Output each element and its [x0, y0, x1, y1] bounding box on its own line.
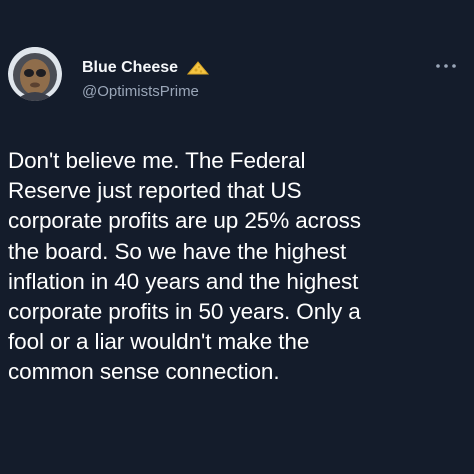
tweet-header: Blue Cheese @OptimistsPrime: [82, 58, 402, 100]
tweet-line: fool or a liar wouldn't make the: [8, 329, 310, 355]
avatar[interactable]: [8, 47, 62, 101]
tweet-line: Don't believe me. The Federal: [8, 148, 306, 173]
more-options-icon[interactable]: [434, 60, 458, 72]
display-name[interactable]: Blue Cheese: [82, 59, 178, 77]
tweet-text: Don't believe me. The Federal Reserve ju…: [8, 146, 448, 388]
name-row: Blue Cheese: [82, 58, 402, 78]
alien-portrait-avatar: [8, 47, 62, 101]
tweet-line: corporate profits are up 25% across: [8, 208, 361, 234]
handle[interactable]: @OptimistsPrime: [82, 83, 402, 100]
tweet-card: Blue Cheese @OptimistsPrime Don't believ…: [0, 0, 474, 474]
tweet-line: inflation in 40 years and the highest: [8, 268, 359, 294]
cheese-wedge-icon: [186, 61, 210, 75]
tweet-line: the board. So we have the highest: [8, 238, 347, 264]
tweet-line: Reserve just reported that US: [8, 178, 302, 204]
tweet-line: common sense connection.: [8, 359, 280, 385]
tweet-line: corporate profits in 50 years. Only a: [8, 299, 361, 325]
